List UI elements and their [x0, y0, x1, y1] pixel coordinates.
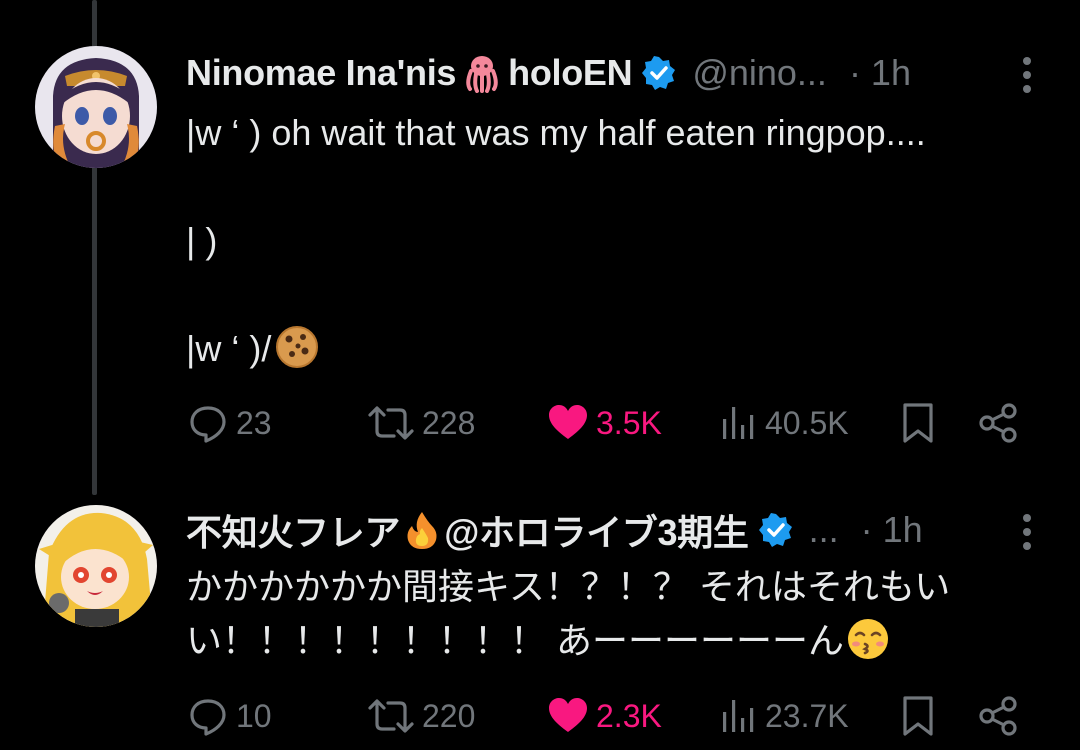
- display-name[interactable]: Ninomae Ina'nis: [186, 52, 456, 94]
- reply-button[interactable]: 23: [186, 398, 272, 448]
- avatar[interactable]: [35, 505, 157, 627]
- avatar[interactable]: [35, 46, 157, 168]
- more-options-icon[interactable]: [1022, 57, 1032, 97]
- user-handle[interactable]: ...: [809, 509, 839, 551]
- tweet[interactable]: 不知火フレア @ホロライブ3期生 ... · 1h かかかかかか間接キス！？！？…: [0, 495, 1080, 750]
- display-name-suffix[interactable]: @ホロライブ3期生: [444, 504, 749, 556]
- reply-count: 10: [236, 697, 272, 734]
- more-options-icon[interactable]: [1022, 514, 1032, 554]
- verified-badge-icon: [758, 513, 793, 547]
- views-chart-icon: [723, 700, 754, 732]
- bookmark-icon: [903, 696, 933, 736]
- user-handle[interactable]: @nino...: [692, 52, 827, 94]
- views-chart-icon: [723, 407, 754, 439]
- view-count: 40.5K: [765, 404, 849, 441]
- verified-badge-icon: [642, 56, 676, 90]
- cookie-emoji-icon: [275, 325, 319, 369]
- repost-button[interactable]: 228: [366, 398, 475, 448]
- repost-icon: [368, 406, 414, 440]
- share-icon: [979, 696, 1017, 736]
- fire-emoji-icon: [402, 510, 442, 550]
- repost-icon: [368, 699, 414, 733]
- tweet-actions: 10 220 2.3K 23.7K: [186, 691, 1040, 741]
- timestamp[interactable]: · 1h: [849, 52, 911, 94]
- share-button[interactable]: [976, 691, 1020, 741]
- heart-filled-icon: [549, 405, 587, 439]
- reply-icon: [190, 699, 226, 736]
- bookmark-button[interactable]: [898, 398, 938, 448]
- like-count: 3.5K: [596, 404, 662, 441]
- reply-count: 23: [236, 404, 272, 441]
- repost-button[interactable]: 220: [366, 691, 475, 741]
- reply-button[interactable]: 10: [186, 691, 272, 741]
- like-count: 2.3K: [596, 697, 662, 734]
- tweet[interactable]: Ninomae Ina'nis holoEN @nino... · 1h |w …: [0, 0, 1080, 495]
- view-count: 23.7K: [765, 697, 849, 734]
- share-icon: [979, 403, 1017, 443]
- display-name[interactable]: 不知火フレア: [186, 504, 401, 556]
- display-name-suffix[interactable]: holoEN: [508, 52, 632, 94]
- tweet-actions: 23 228 3.5K 40.5K: [186, 398, 1040, 448]
- like-button[interactable]: 2.3K: [546, 691, 662, 741]
- repost-count: 220: [422, 697, 476, 734]
- tweet-body: かかかかかか間接キス！？！？ それはそれもいい！！！！！！！！！ あーーーーーー…: [186, 560, 1040, 668]
- tweet-text: かかかかかか間接キス！？！？ それはそれもいい！！！！！！！！！ あーーーーーー…: [186, 566, 951, 661]
- heart-filled-icon: [549, 698, 587, 732]
- timestamp[interactable]: · 1h: [861, 509, 923, 551]
- views-button[interactable]: 40.5K: [719, 398, 849, 448]
- octopus-emoji-icon: [462, 53, 502, 93]
- repost-count: 228: [422, 404, 476, 441]
- reply-icon: [190, 406, 226, 443]
- tweet-header: 不知火フレア @ホロライブ3期生 ... · 1h: [186, 508, 1040, 553]
- bookmark-icon: [903, 403, 933, 443]
- like-button[interactable]: 3.5K: [546, 398, 662, 448]
- share-button[interactable]: [976, 398, 1020, 448]
- tweet-body: |w ‘ ) oh wait that was my half eaten ri…: [186, 106, 1040, 376]
- kissing-face-emoji-icon: [846, 617, 890, 661]
- tweet-header: Ninomae Ina'nis holoEN @nino... · 1h: [186, 51, 1040, 95]
- views-button[interactable]: 23.7K: [719, 691, 849, 741]
- bookmark-button[interactable]: [898, 691, 938, 741]
